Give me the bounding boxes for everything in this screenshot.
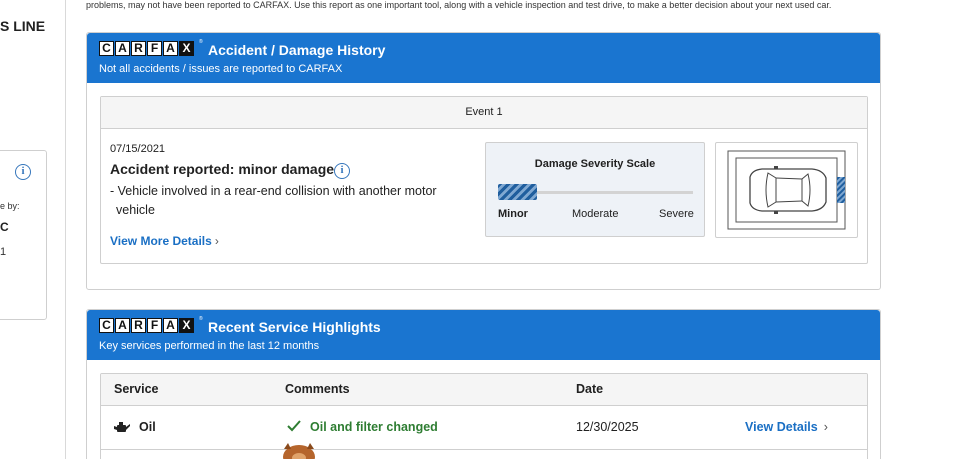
left-card-count: 1 bbox=[0, 246, 7, 258]
severity-label-minor: Minor bbox=[498, 208, 528, 220]
severity-scale-title: Damage Severity Scale bbox=[534, 158, 656, 170]
car-top-view-icon bbox=[727, 150, 846, 230]
view-details-link[interactable]: View Details › bbox=[745, 420, 828, 434]
chevron-right-icon: › bbox=[214, 234, 219, 248]
service-name: Oil bbox=[139, 420, 156, 434]
severity-fill bbox=[498, 184, 537, 200]
checkmark-icon bbox=[287, 420, 301, 432]
chevron-right-icon: › bbox=[823, 420, 828, 434]
severity-label-moderate: Moderate bbox=[572, 208, 619, 220]
column-header-service: Service bbox=[114, 382, 159, 396]
event-header: Event 1 bbox=[101, 97, 867, 129]
left-card-label: e by: bbox=[0, 201, 20, 211]
service-card-subtitle: Key services performed in the last 12 mo… bbox=[99, 340, 320, 352]
view-details-label: View Details bbox=[745, 420, 818, 434]
table-row: Oil Oil and filter changed 12/30/2025 Vi… bbox=[101, 406, 867, 450]
event-date: 07/15/2021 bbox=[110, 143, 166, 155]
left-card-value: C bbox=[0, 220, 9, 234]
damage-location-diagram bbox=[715, 142, 858, 238]
service-highlights-card: CARFAX ® Recent Service Highlights Key s… bbox=[86, 309, 881, 459]
trademark-mark: ® bbox=[199, 39, 203, 45]
column-header-comments: Comments bbox=[285, 382, 350, 396]
vehicle-title-fragment: S LINE bbox=[0, 18, 46, 34]
dog-mascot-icon bbox=[283, 443, 315, 459]
accident-event: Event 1 07/15/2021 Accident reported: mi… bbox=[100, 96, 868, 264]
accident-card-title: Accident / Damage History bbox=[208, 42, 386, 58]
service-card-title: Recent Service Highlights bbox=[208, 319, 381, 335]
info-icon[interactable]: i bbox=[15, 164, 31, 180]
left-column: S LINE i e by: C 1 bbox=[0, 0, 66, 459]
column-header-date: Date bbox=[576, 382, 604, 396]
severity-label-severe: Severe bbox=[659, 208, 694, 220]
oil-can-icon bbox=[114, 422, 130, 432]
carfax-logo: CARFAX bbox=[99, 41, 195, 56]
view-more-details-link[interactable]: View More Details › bbox=[110, 234, 219, 248]
service-card-header: CARFAX ® Recent Service Highlights Key s… bbox=[87, 310, 880, 360]
info-icon[interactable]: i bbox=[334, 163, 350, 179]
accident-history-card: CARFAX ® Accident / Damage History Not a… bbox=[86, 32, 881, 290]
report-disclaimer: problems, may not have been reported to … bbox=[86, 0, 832, 10]
accident-card-subtitle: Not all accidents / issues are reported … bbox=[99, 63, 343, 75]
event-description: - Vehicle involved in a rear-end collisi… bbox=[110, 184, 437, 217]
trademark-mark: ® bbox=[199, 316, 203, 322]
damage-severity-scale: Damage Severity Scale Minor Moderate Sev… bbox=[485, 142, 705, 237]
service-comment: Oil and filter changed bbox=[310, 420, 438, 434]
carfax-logo: CARFAX bbox=[99, 318, 195, 333]
service-table: Service Comments Date Oil Oil and filter… bbox=[100, 373, 868, 459]
event-title: Accident reported: minor damage bbox=[110, 161, 335, 177]
service-table-header: Service Comments Date bbox=[101, 374, 867, 406]
view-more-details-label: View More Details bbox=[110, 234, 212, 248]
accident-card-header: CARFAX ® Accident / Damage History Not a… bbox=[87, 33, 880, 83]
service-date: 12/30/2025 bbox=[576, 420, 639, 434]
